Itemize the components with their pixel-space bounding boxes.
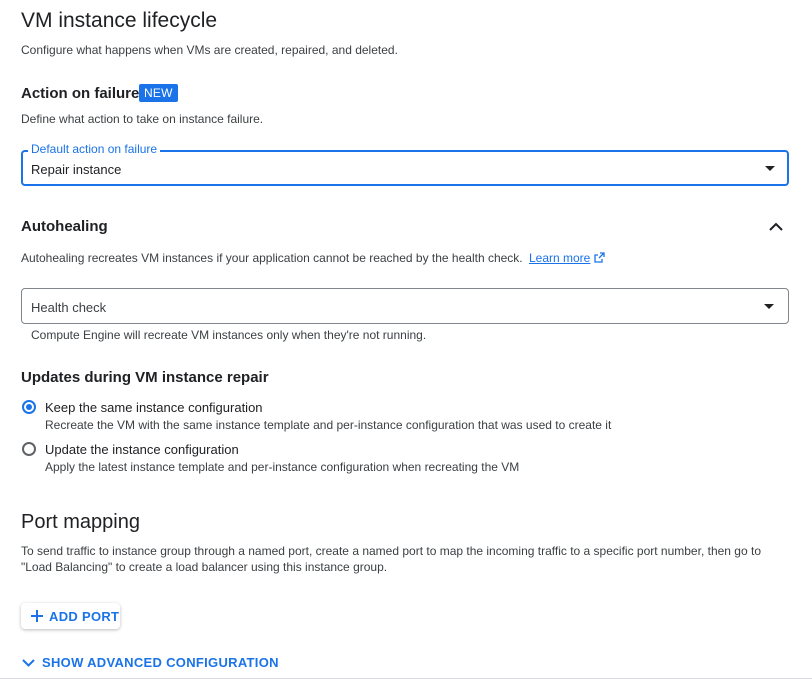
keep-config-help: Recreate the VM with the same instance t… [45,418,612,432]
show-advanced-label: SHOW ADVANCED CONFIGURATION [42,655,279,670]
update-config-help: Apply the latest instance template and p… [45,460,520,474]
default-action-label: Default action on failure [28,142,161,156]
autohealing-description: Autohealing recreates VM instances if yo… [21,251,523,265]
health-check-help: Compute Engine will recreate VM instance… [31,328,427,342]
action-on-failure-title: Action on failure [21,85,140,102]
page-description: Configure what happens when VMs are crea… [21,43,398,57]
page-title: VM instance lifecycle [21,9,218,32]
collapse-chevron-up-icon[interactable] [766,218,786,236]
external-link-icon [594,252,605,266]
update-config-label[interactable]: Update the instance configuration [45,442,239,457]
learn-more-link[interactable]: Learn more [529,251,590,265]
port-mapping-description-line2: "Load Balancing" to create a load balanc… [21,560,388,574]
autohealing-description-row: Autohealing recreates VM instances if yo… [21,251,605,266]
port-mapping-description-line1: To send traffic to instance group throug… [21,544,761,558]
health-check-select[interactable]: Health check [21,288,789,324]
dropdown-arrow-icon [764,304,774,309]
radio-keep-config[interactable] [22,400,36,414]
learn-more-text: Learn more [528,251,591,265]
updates-title: Updates during VM instance repair [21,369,269,386]
add-port-button[interactable]: ADD PORT [21,603,120,629]
port-mapping-title: Port mapping [21,511,140,533]
dropdown-arrow-icon [765,166,775,171]
keep-config-label[interactable]: Keep the same instance configuration [45,400,263,415]
chevron-down-icon [21,658,36,668]
health-check-placeholder: Health check [31,300,107,315]
default-action-value: Repair instance [31,162,122,177]
autohealing-title: Autohealing [21,218,108,235]
new-badge: NEW [139,84,178,102]
add-port-label: ADD PORT [49,608,120,624]
action-on-failure-description: Define what action to take on instance f… [21,112,264,126]
radio-update-config[interactable] [22,442,36,456]
plus-icon [31,610,43,622]
show-advanced-toggle[interactable]: SHOW ADVANCED CONFIGURATION [21,655,279,670]
